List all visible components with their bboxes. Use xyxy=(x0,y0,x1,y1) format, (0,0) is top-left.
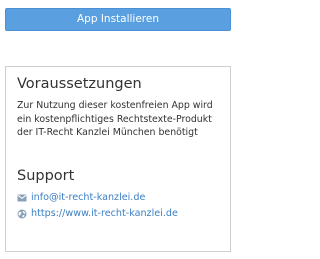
support-email-item: info@it-recht-kanzlei.de xyxy=(17,190,219,206)
support-website-item: https://www.it-recht-kanzlei.de xyxy=(17,206,219,222)
support-website-link[interactable]: https://www.it-recht-kanzlei.de xyxy=(31,208,178,219)
app-install-button[interactable]: App Installieren xyxy=(5,8,231,31)
envelope-icon xyxy=(17,194,27,202)
globe-icon xyxy=(17,209,27,219)
support-title: Support xyxy=(17,167,75,184)
requirements-text: Zur Nutzung dieser kostenfreien App wird… xyxy=(17,100,213,139)
support-email-link[interactable]: info@it-recht-kanzlei.de xyxy=(31,192,145,203)
requirements-title: Voraussetzungen xyxy=(17,76,142,92)
info-panel: Voraussetzungen Zur Nutzung dieser koste… xyxy=(5,66,231,252)
support-contact-list: info@it-recht-kanzlei.de https://www.it-… xyxy=(17,190,219,222)
